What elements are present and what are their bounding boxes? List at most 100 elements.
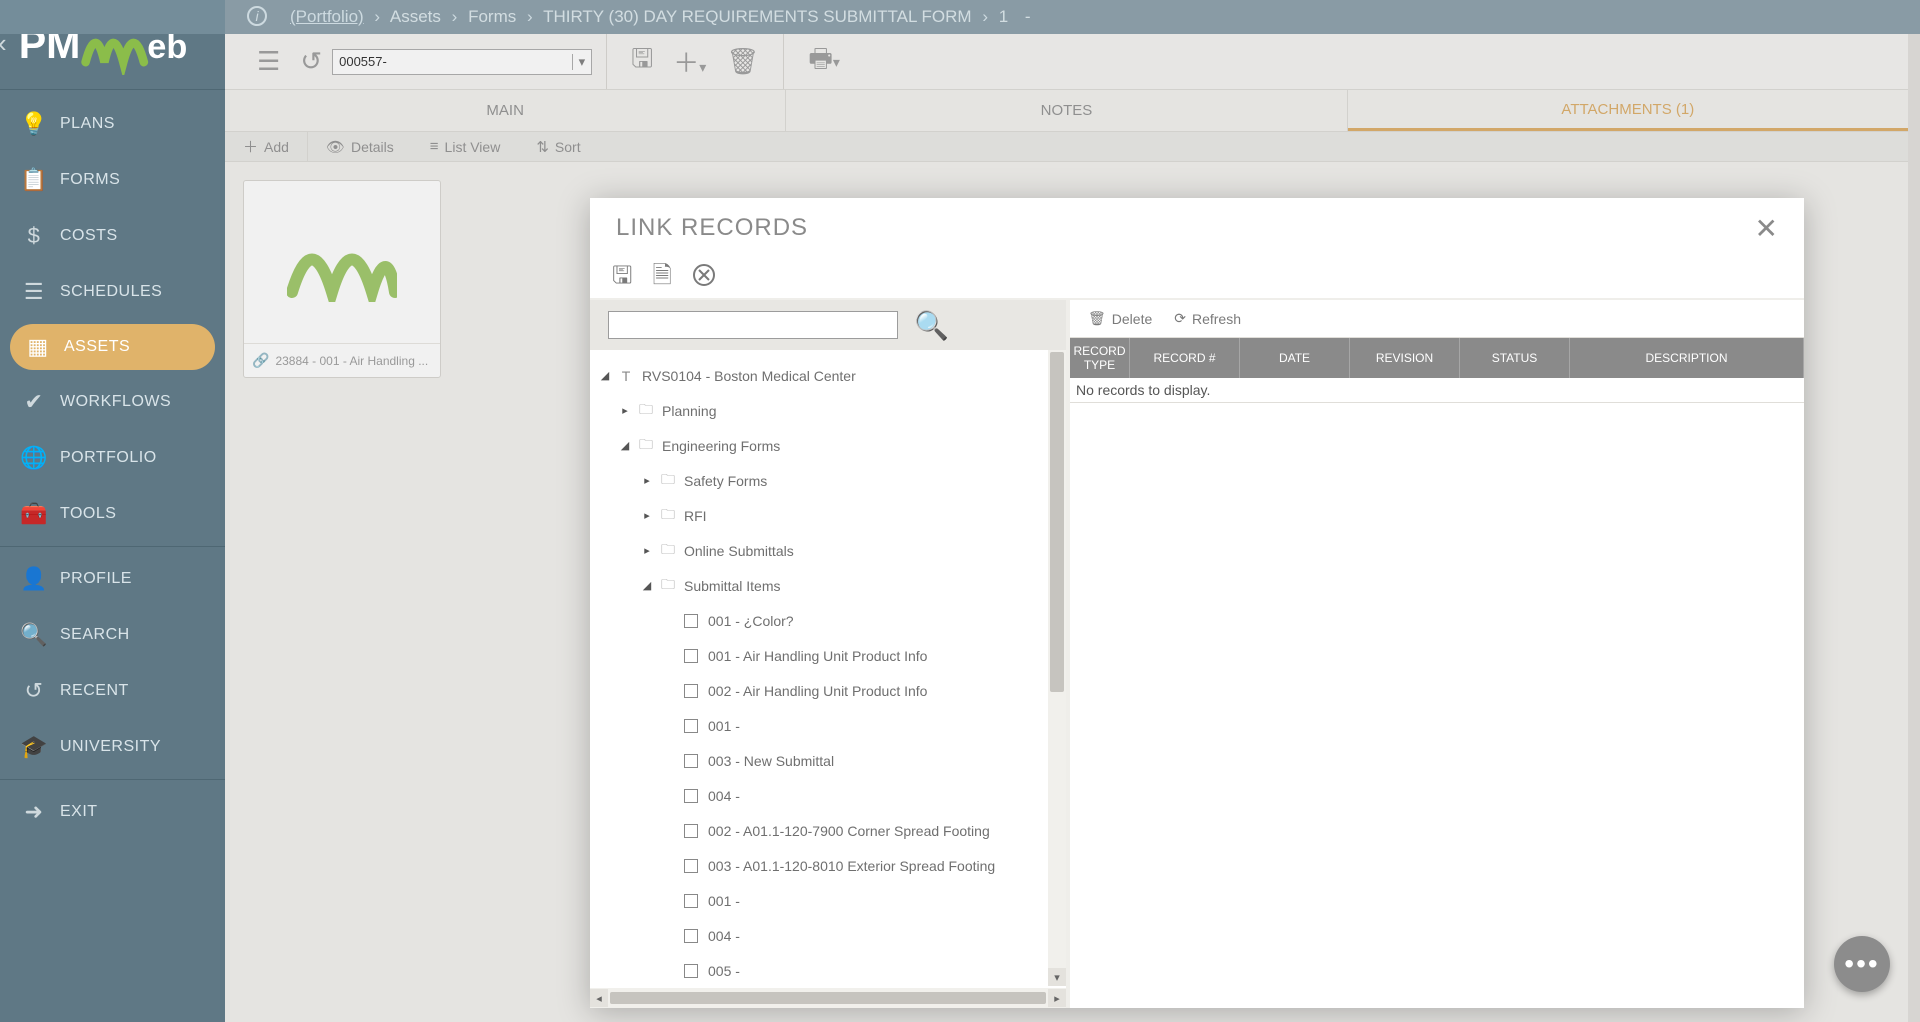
tree-leaf[interactable]: 005 -: [598, 953, 1058, 988]
expand-icon[interactable]: ▸: [640, 474, 654, 487]
tree-leaf[interactable]: 002 - Air Handling Unit Product Info: [598, 673, 1058, 708]
tree-node-planning[interactable]: ▸🗀Planning: [598, 393, 1058, 428]
tree-search-input[interactable]: [608, 311, 898, 339]
collapse-icon[interactable]: ◢: [598, 369, 612, 382]
checkbox[interactable]: [684, 859, 698, 873]
modal-toolbar: 🖫 🗎: [590, 258, 1804, 298]
nav-assets[interactable]: ▦ASSETS: [10, 324, 215, 370]
col-record-type[interactable]: RECORD TYPE: [1070, 338, 1130, 378]
tree-label: RVS0104 - Boston Medical Center: [642, 368, 856, 384]
checkbox[interactable]: [684, 894, 698, 908]
nav-recent[interactable]: ↺RECENT: [0, 663, 225, 719]
nav-costs[interactable]: $COSTS: [0, 208, 225, 264]
tree-label: 002 - Air Handling Unit Product Info: [708, 683, 927, 699]
tree-label: Submittal Items: [684, 578, 780, 594]
globe-icon: 🌐: [18, 445, 50, 471]
modal-body: 🔍 ◢TRVS0104 - Boston Medical Center ▸🗀Pl…: [590, 298, 1804, 1008]
nav-search[interactable]: 🔍SEARCH: [0, 607, 225, 663]
col-record-num[interactable]: RECORD #: [1130, 338, 1240, 378]
tree-leaf[interactable]: 003 - A01.1-120-8010 Exterior Spread Foo…: [598, 848, 1058, 883]
link-records-modal: LINK RECORDS ✕ 🖫 🗎 🔍 ◢TRVS0104 - Boston …: [590, 198, 1804, 1008]
sidebar: PM eb ® ‹ 💡PLANS 📋FORMS $COSTS ☰SCHEDULE…: [0, 0, 225, 1022]
nav-university[interactable]: 🎓UNIVERSITY: [0, 719, 225, 775]
folder-icon: 🗀: [658, 574, 678, 598]
col-revision[interactable]: REVISION: [1350, 338, 1460, 378]
expand-icon[interactable]: ▸: [640, 544, 654, 557]
checkbox[interactable]: [684, 684, 698, 698]
nav-label: ASSETS: [64, 338, 130, 356]
tree-vscroll-thumb[interactable]: [1050, 352, 1064, 692]
checkbox[interactable]: [684, 789, 698, 803]
fab-button[interactable]: •••: [1834, 936, 1890, 992]
search-icon: 🔍: [18, 622, 50, 648]
checkbox[interactable]: [684, 964, 698, 978]
tree-leaf[interactable]: 002 - A01.1-120-7900 Corner Spread Footi…: [598, 813, 1058, 848]
refresh-button[interactable]: ⟳Refresh: [1174, 310, 1241, 327]
scroll-right-icon[interactable]: ▸: [1048, 989, 1066, 1007]
nav-plans[interactable]: 💡PLANS: [0, 96, 225, 152]
tree-leaf[interactable]: 001 -: [598, 883, 1058, 918]
tree-leaf[interactable]: 004 -: [598, 778, 1058, 813]
collapse-icon[interactable]: ◢: [618, 439, 632, 452]
delete-button[interactable]: 🗑Delete: [1088, 310, 1152, 327]
tree-label: 001 - ¿Color?: [708, 613, 794, 629]
tree-leaf[interactable]: 004 -: [598, 918, 1058, 953]
nav-label: PROFILE: [60, 570, 132, 588]
search-icon[interactable]: 🔍: [914, 309, 949, 342]
nav-tools[interactable]: 🧰TOOLS: [0, 486, 225, 542]
tree-vscrollbar[interactable]: ▾: [1048, 350, 1066, 986]
col-status[interactable]: STATUS: [1460, 338, 1570, 378]
tree-node-rfi[interactable]: ▸🗀RFI: [598, 498, 1058, 533]
tree-root[interactable]: ◢TRVS0104 - Boston Medical Center: [598, 358, 1058, 393]
grid-header: RECORD TYPE RECORD # DATE REVISION STATU…: [1070, 338, 1804, 378]
tree-leaf[interactable]: 003 - New Submittal: [598, 743, 1058, 778]
folder-icon: 🗀: [658, 504, 678, 528]
tree-hscroll-thumb[interactable]: [610, 992, 1046, 1004]
checkbox[interactable]: [684, 929, 698, 943]
nav-label: COSTS: [60, 227, 118, 245]
refresh-icon: ⟳: [1174, 310, 1186, 327]
folder-icon: 🗀: [658, 539, 678, 563]
tree-leaf[interactable]: 001 -: [598, 708, 1058, 743]
cancel-circle-icon[interactable]: [692, 263, 716, 294]
save-icon[interactable]: 🖫: [612, 258, 632, 299]
nav-portfolio[interactable]: 🌐PORTFOLIO: [0, 430, 225, 486]
checkbox[interactable]: [684, 824, 698, 838]
tree-leaf[interactable]: 001 - Air Handling Unit Product Info: [598, 638, 1058, 673]
tree: ◢TRVS0104 - Boston Medical Center ▸🗀Plan…: [590, 350, 1066, 996]
nav-divider: [0, 546, 225, 547]
new-doc-icon[interactable]: 🗎: [652, 258, 671, 299]
col-description[interactable]: DESCRIPTION: [1570, 338, 1804, 378]
tree-label: 001 -: [708, 893, 740, 909]
nav-forms[interactable]: 📋FORMS: [0, 152, 225, 208]
modal-title: LINK RECORDS: [616, 214, 808, 242]
tree-node-subitems[interactable]: ◢ 🗀 Submittal Items: [598, 568, 1058, 603]
folder-icon: 🗀: [636, 434, 656, 458]
scroll-left-icon[interactable]: ◂: [590, 989, 608, 1007]
trash-icon: 🗑: [1088, 310, 1106, 327]
checkbox[interactable]: [684, 719, 698, 733]
nav-label: EXIT: [60, 803, 98, 821]
tree-node-online[interactable]: ▸🗀Online Submittals: [598, 533, 1058, 568]
nav-workflows[interactable]: ✔WORKFLOWS: [0, 374, 225, 430]
tree-node-engineering[interactable]: ◢🗀Engineering Forms: [598, 428, 1058, 463]
tree-node-safety[interactable]: ▸🗀Safety Forms: [598, 463, 1058, 498]
checkbox[interactable]: [684, 614, 698, 628]
check-icon: ✔: [18, 389, 50, 415]
nav-label: RECENT: [60, 682, 129, 700]
grid-panel: 🗑Delete ⟳Refresh RECORD TYPE RECORD # DA…: [1070, 300, 1804, 1008]
expand-icon[interactable]: ▸: [618, 404, 632, 417]
close-icon[interactable]: ✕: [1755, 212, 1778, 245]
checkbox[interactable]: [684, 649, 698, 663]
col-date[interactable]: DATE: [1240, 338, 1350, 378]
collapse-icon[interactable]: ◢: [640, 579, 654, 592]
nav-divider: [0, 779, 225, 780]
nav-profile[interactable]: 👤PROFILE: [0, 551, 225, 607]
scroll-down-icon[interactable]: ▾: [1048, 968, 1066, 986]
nav-schedules[interactable]: ☰SCHEDULES: [0, 264, 225, 320]
checkbox[interactable]: [684, 754, 698, 768]
nav-exit[interactable]: ➜EXIT: [0, 784, 225, 840]
tree-leaf[interactable]: 001 - ¿Color?: [598, 603, 1058, 638]
expand-icon[interactable]: ▸: [640, 509, 654, 522]
tree-hscrollbar[interactable]: ◂ ▸: [590, 988, 1066, 1008]
